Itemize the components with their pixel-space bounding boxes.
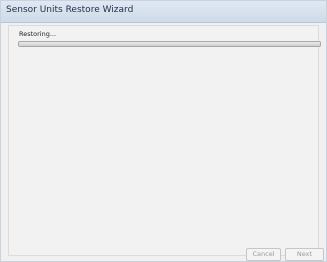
title-bar[interactable]: Sensor Units Restore Wizard xyxy=(1,1,326,23)
progress-bar-fill xyxy=(19,42,320,46)
status-label: Restoring... xyxy=(19,30,57,38)
wizard-content-panel: Restoring... xyxy=(8,25,321,256)
wizard-window: Sensor Units Restore Wizard Restoring...… xyxy=(0,0,327,262)
cancel-button[interactable]: Cancel xyxy=(246,248,281,261)
window-title: Sensor Units Restore Wizard xyxy=(6,5,134,15)
next-button[interactable]: Next xyxy=(285,248,324,261)
progress-bar xyxy=(18,41,321,47)
